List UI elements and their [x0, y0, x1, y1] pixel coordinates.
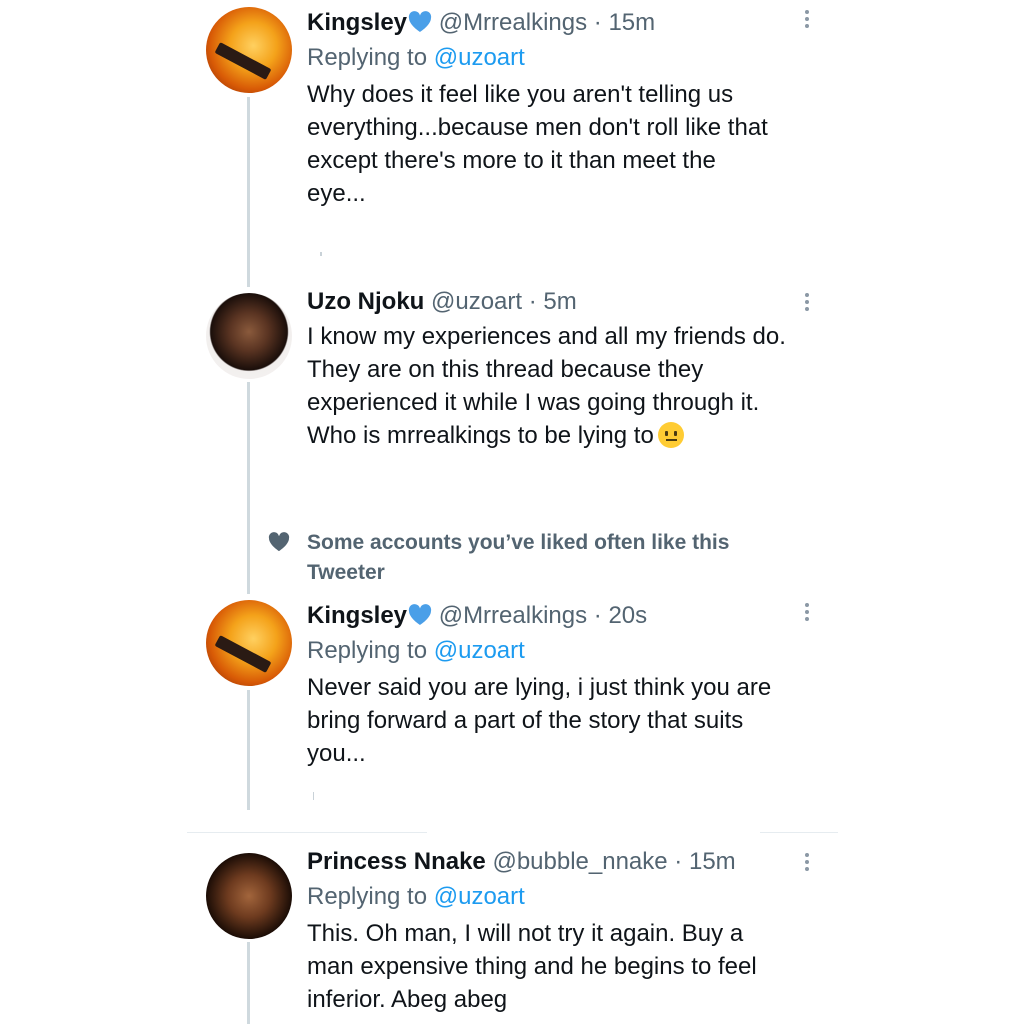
- tweet-text-line: bring forward a part of the story that s…: [307, 707, 744, 734]
- social-context-text: Some accounts you’ve liked often like th…: [307, 531, 730, 554]
- replying-to-label: Replying to: [307, 883, 428, 910]
- verified-badge-icon: [408, 11, 432, 32]
- timestamp[interactable]: 15m: [689, 848, 736, 875]
- replying-to-label: Replying to: [307, 44, 428, 71]
- tweet-divider: [760, 832, 838, 833]
- thread-connector-line: [247, 942, 250, 1024]
- faint-mark: [320, 252, 322, 256]
- separator-dot: ·: [674, 848, 683, 875]
- tweet-text-line: man expensive thing and he begins to fee…: [307, 953, 757, 980]
- separator-dot: ·: [593, 602, 602, 629]
- tweet-text-line: inferior. Abeg abeg: [307, 986, 508, 1013]
- avatar[interactable]: [206, 600, 292, 686]
- verified-badge-icon: [408, 604, 432, 625]
- display-name[interactable]: Kingsley: [307, 602, 407, 629]
- avatar[interactable]: [206, 853, 292, 939]
- thread-connector-line: [247, 97, 250, 287]
- user-handle[interactable]: @Mrrealkings: [439, 602, 587, 629]
- tweet-text-line: Why does it feel like you aren't telling…: [307, 81, 734, 108]
- replying-to: Replying to @uzoart: [307, 881, 874, 913]
- heart-icon: [268, 532, 290, 552]
- avatar[interactable]: [206, 7, 292, 93]
- tweet-text-line: Who is mrrealkings to be lying to: [307, 422, 654, 449]
- replying-to-label: Replying to: [307, 637, 428, 664]
- thread-connector-line: [247, 690, 250, 810]
- display-name[interactable]: Kingsley: [307, 9, 407, 36]
- user-handle[interactable]: @Mrrealkings: [439, 9, 587, 36]
- mention-link[interactable]: @uzoart: [434, 44, 525, 71]
- tweet-text-line: you...: [307, 740, 366, 767]
- user-handle[interactable]: @bubble_nnake: [492, 848, 667, 875]
- tweet-text-line: everything...because men don't roll like…: [307, 114, 768, 141]
- neutral-face-emoji: [657, 422, 684, 448]
- tweet-text: I know my experiences and all my friends…: [307, 320, 874, 452]
- user-handle[interactable]: @uzoart: [431, 288, 522, 315]
- mention-link[interactable]: @uzoart: [434, 637, 525, 664]
- tweet-text-line: except there's more to it than meet the: [307, 147, 716, 174]
- timestamp[interactable]: 5m: [543, 288, 576, 315]
- separator-dot: ·: [528, 288, 537, 315]
- tweet-divider: [187, 832, 427, 833]
- tweet-text: Never said you are lying, i just think y…: [307, 671, 874, 770]
- avatar[interactable]: [206, 293, 292, 379]
- replying-to: Replying to @uzoart: [307, 635, 874, 667]
- timestamp[interactable]: 15m: [608, 9, 655, 36]
- tweet-text-line: They are on this thread because they: [307, 356, 704, 383]
- tweet-text-line: eye...: [307, 180, 366, 207]
- faint-mark: [313, 792, 314, 800]
- mention-link[interactable]: @uzoart: [434, 883, 525, 910]
- thread-connector-line: [247, 382, 250, 594]
- tweet-text-line: Never said you are lying, i just think y…: [307, 674, 772, 701]
- tweet-text-line: experienced it while I was going through…: [307, 389, 760, 416]
- tweet-text: This. Oh man, I will not try it again. B…: [307, 917, 874, 1016]
- display-name[interactable]: Uzo Njoku: [307, 288, 424, 315]
- tweet-text-line: I know my experiences and all my friends…: [307, 323, 786, 350]
- tweet-text: Why does it feel like you aren't telling…: [307, 78, 874, 210]
- separator-dot: ·: [593, 9, 602, 36]
- replying-to: Replying to @uzoart: [307, 42, 874, 74]
- social-context-text: Tweeter: [307, 561, 385, 584]
- timestamp[interactable]: 20s: [608, 602, 647, 629]
- display-name[interactable]: Princess Nnake: [307, 848, 486, 875]
- tweet-text-line: This. Oh man, I will not try it again. B…: [307, 920, 744, 947]
